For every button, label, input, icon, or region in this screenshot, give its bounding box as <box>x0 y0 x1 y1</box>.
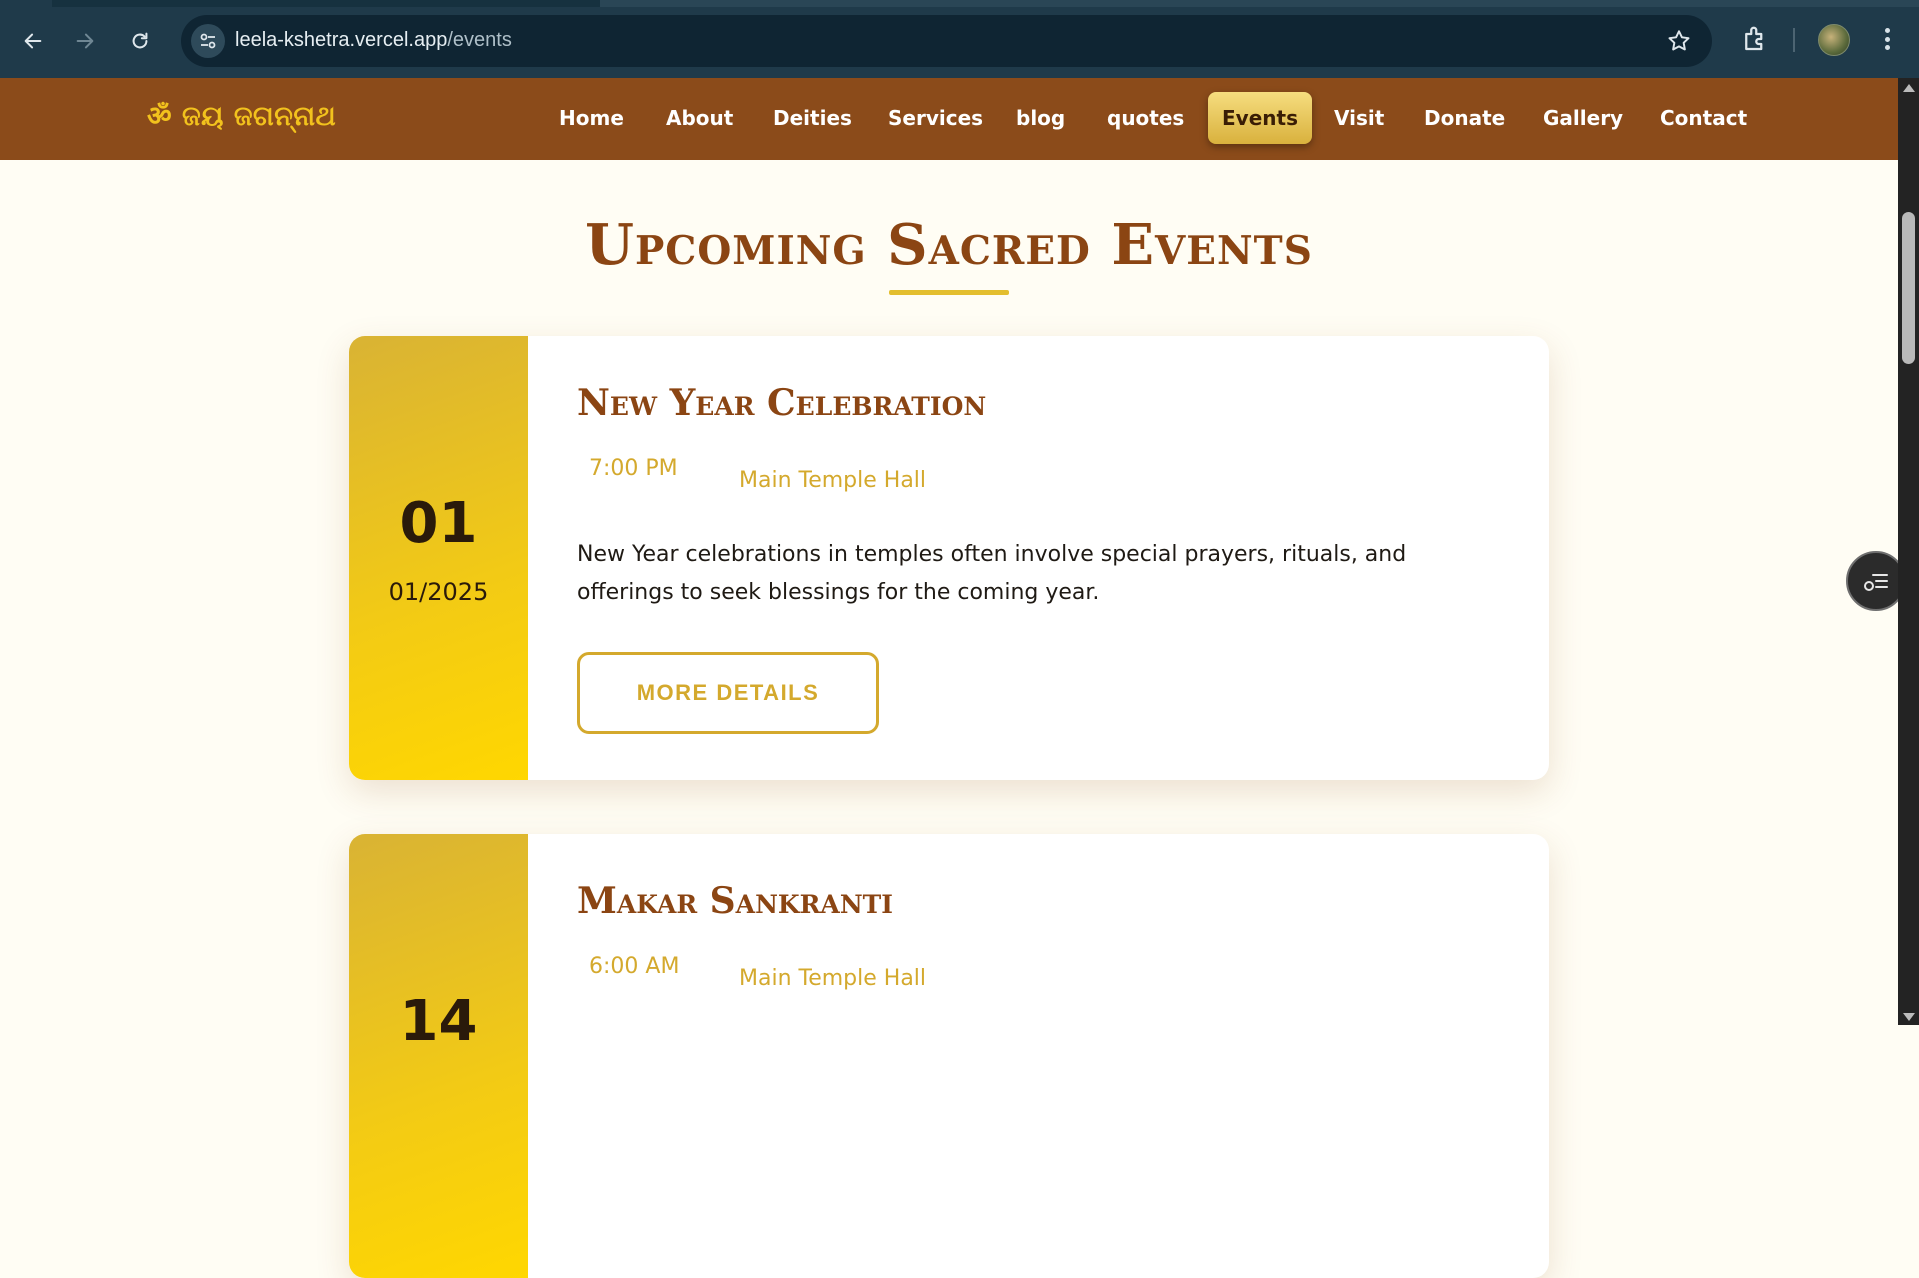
scroll-down-icon[interactable] <box>1903 1013 1915 1021</box>
nav-home[interactable]: Home <box>545 92 638 144</box>
site-logo[interactable]: ॐ ଜୟ ଜଗନ୍ନାଥ <box>147 96 336 133</box>
event-day: 14 <box>399 989 478 1054</box>
event-time: 7:00 PM <box>589 456 678 481</box>
scroll-up-icon[interactable] <box>1903 84 1915 92</box>
tab-edge-right <box>600 0 1919 7</box>
toolbar-divider <box>1793 28 1795 52</box>
url-host: leela-kshetra.vercel.app <box>235 29 448 51</box>
event-location: Main Temple Hall <box>739 468 927 493</box>
nav-contact[interactable]: Contact <box>1646 92 1761 144</box>
event-title: Makar Sankranti <box>577 880 893 922</box>
event-day: 01 <box>399 491 478 556</box>
event-date-block: 01 01/2025 <box>349 336 528 780</box>
nav-blog[interactable]: blog <box>1002 92 1079 144</box>
browser-toolbar: leela-kshetra.vercel.app/events <box>0 0 1919 78</box>
extensions-icon[interactable] <box>1740 24 1770 54</box>
url-text[interactable]: leela-kshetra.vercel.app/events <box>235 29 512 52</box>
title-underline <box>889 290 1009 295</box>
site-header: ॐ ଜୟ ଜଗନ୍ନାଥ Home About Deities Services… <box>0 78 1898 160</box>
nav-donate[interactable]: Donate <box>1410 92 1519 144</box>
event-month-year: 01/2025 <box>388 578 489 606</box>
floating-list-button[interactable] <box>1846 551 1906 611</box>
back-icon <box>24 33 42 49</box>
nav-gallery[interactable]: Gallery <box>1529 92 1637 144</box>
more-details-button[interactable]: MORE DETAILS <box>577 652 879 734</box>
event-time: 6:00 AM <box>589 954 680 979</box>
tab-edge <box>0 0 52 7</box>
nav-about[interactable]: About <box>652 92 747 144</box>
event-card: 14 Makar Sankranti 6:00 AM Main Temple H… <box>349 834 1549 1278</box>
nav-quotes[interactable]: quotes <box>1093 92 1198 144</box>
event-date-block: 14 <box>349 834 528 1278</box>
list-icon <box>1864 574 1888 591</box>
nav-events[interactable]: Events <box>1208 92 1312 144</box>
back-button[interactable] <box>14 22 52 60</box>
event-title: New Year Celebration <box>577 382 987 424</box>
nav-services[interactable]: Services <box>874 92 997 144</box>
forward-icon <box>76 33 94 49</box>
nav-visit[interactable]: Visit <box>1320 92 1398 144</box>
forward-button[interactable] <box>66 22 104 60</box>
bookmark-star-icon[interactable] <box>1666 28 1692 54</box>
reload-button[interactable] <box>121 22 159 60</box>
nav-deities[interactable]: Deities <box>759 92 866 144</box>
tab-strip <box>0 0 1919 7</box>
site-info-icon[interactable] <box>191 24 225 58</box>
scrollbar-thumb[interactable] <box>1902 212 1915 364</box>
event-location: Main Temple Hall <box>739 966 927 991</box>
event-description: New Year celebrations in temples often i… <box>577 542 1407 605</box>
profile-avatar[interactable] <box>1818 24 1850 56</box>
menu-dots-icon[interactable] <box>1875 24 1899 54</box>
event-card: 01 01/2025 New Year Celebration 7:00 PM … <box>349 336 1549 780</box>
address-bar[interactable]: leela-kshetra.vercel.app/events <box>181 15 1712 67</box>
reload-icon <box>132 32 148 49</box>
page-scrollbar[interactable] <box>1898 78 1919 1025</box>
page-title: Upcoming Sacred Events <box>585 212 1313 278</box>
url-path: /events <box>447 29 512 51</box>
